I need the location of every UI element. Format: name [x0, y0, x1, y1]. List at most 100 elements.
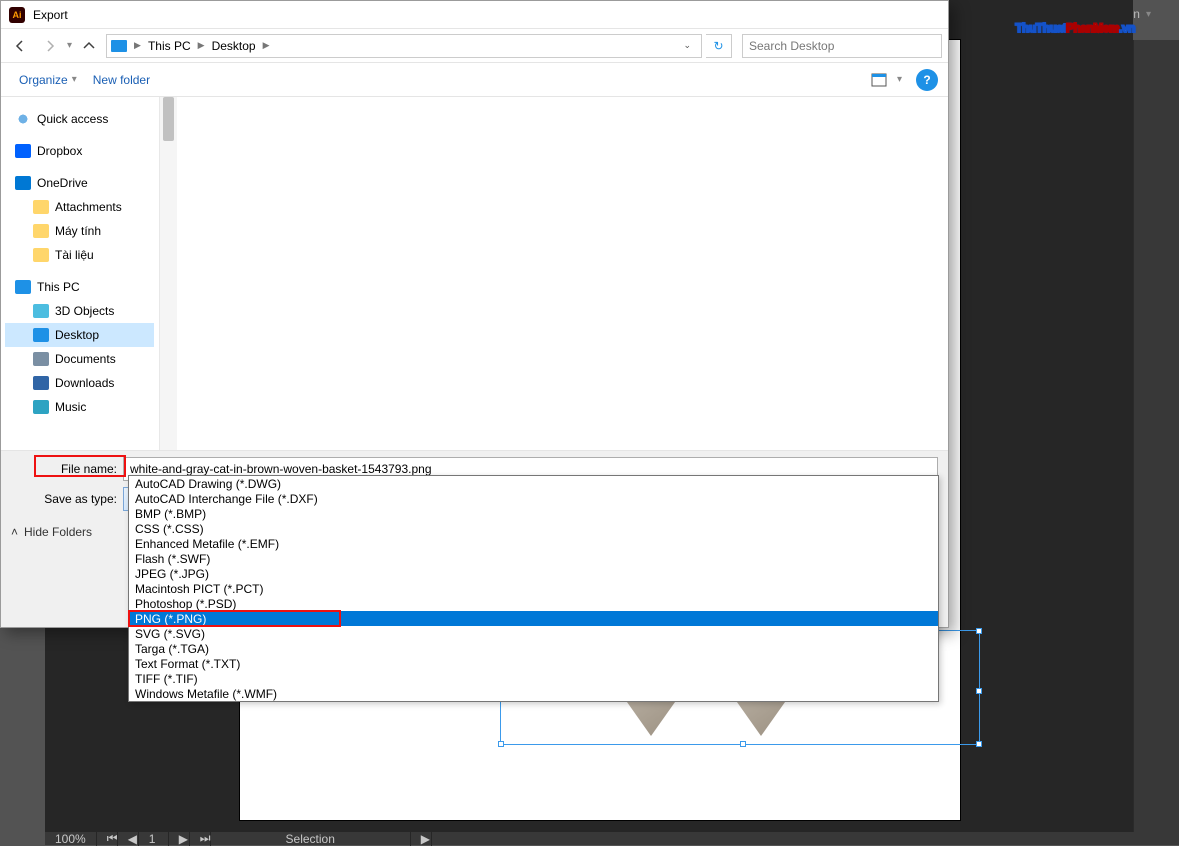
dialog-titlebar[interactable]: Ai Export	[1, 1, 948, 29]
tree-item-quick-access[interactable]: Quick access	[5, 107, 154, 131]
forward-button[interactable]	[37, 33, 63, 59]
pc-icon	[15, 280, 31, 294]
watermark-text: .vn	[1119, 21, 1135, 35]
watermark: ThuThuatPhanMem.vn	[1015, 8, 1135, 39]
new-folder-button[interactable]: New folder	[85, 69, 158, 91]
savetype-option[interactable]: AutoCAD Drawing (*.DWG)	[129, 476, 938, 491]
tree-label: OneDrive	[37, 176, 88, 190]
resize-handle[interactable]	[976, 688, 982, 694]
next-artboard-icon[interactable]: ▶	[169, 832, 190, 846]
navigation-pane[interactable]: Quick access Dropbox OneDrive Attachment…	[1, 97, 159, 450]
arrow-right-icon	[42, 38, 58, 54]
organize-label: Organize	[19, 73, 68, 87]
organize-button[interactable]: Organize ▾	[11, 69, 85, 91]
documents-icon	[33, 352, 49, 366]
tree-label: Dropbox	[37, 144, 82, 158]
arrow-up-icon	[81, 38, 97, 54]
tree-label: Attachments	[55, 200, 122, 214]
search-placeholder: Search Desktop	[749, 39, 834, 53]
savetype-option[interactable]: Text Format (*.TXT)	[129, 656, 938, 671]
chevron-down-icon[interactable]: ▾	[897, 74, 902, 85]
tree-item-3dobjects[interactable]: 3D Objects	[5, 299, 154, 323]
tree-item-music[interactable]: Music	[5, 395, 154, 419]
resize-handle[interactable]	[976, 628, 982, 634]
tree-item-maytinh[interactable]: Máy tính	[5, 219, 154, 243]
desktop-icon	[33, 328, 49, 342]
savetype-option[interactable]: Targa (*.TGA)	[129, 641, 938, 656]
tree-item-documents[interactable]: Documents	[5, 347, 154, 371]
tree-label: Quick access	[37, 112, 108, 126]
savetype-option[interactable]: Macintosh PICT (*.PCT)	[129, 581, 938, 596]
tree-item-desktop[interactable]: Desktop	[5, 323, 154, 347]
tree-item-dropbox[interactable]: Dropbox	[5, 139, 154, 163]
savetype-option[interactable]: Enhanced Metafile (*.EMF)	[129, 536, 938, 551]
chevron-right-icon[interactable]: ▶	[260, 40, 273, 51]
tree-label: Documents	[55, 352, 116, 366]
dropbox-icon	[15, 144, 31, 158]
savetype-option[interactable]: CSS (*.CSS)	[129, 521, 938, 536]
resize-handle[interactable]	[498, 741, 504, 747]
3d-objects-icon	[33, 304, 49, 318]
breadcrumb-item-desktop[interactable]: Desktop	[208, 39, 260, 53]
savetype-option[interactable]: Photoshop (*.PSD)	[129, 596, 938, 611]
nav-scrollbar[interactable]	[159, 97, 177, 450]
savetype-option[interactable]: JPEG (*.JPG)	[129, 566, 938, 581]
tree-item-tailieu[interactable]: Tài liệu	[5, 243, 154, 267]
file-list-pane[interactable]	[177, 97, 948, 450]
view-switcher[interactable]	[865, 69, 893, 91]
tree-item-onedrive[interactable]: OneDrive	[5, 171, 154, 195]
breadcrumb[interactable]: ▶ This PC ▶ Desktop ▶ ⌄	[106, 34, 702, 58]
savetype-option[interactable]: AutoCAD Interchange File (*.DXF)	[129, 491, 938, 506]
tree-label: Tài liệu	[55, 248, 94, 262]
recent-chevron-icon[interactable]: ▾	[67, 40, 72, 51]
back-button[interactable]	[7, 33, 33, 59]
refresh-icon: ↻	[713, 39, 723, 53]
chevron-down-icon: ▾	[72, 74, 77, 85]
folder-icon	[33, 200, 49, 214]
up-button[interactable]	[76, 33, 102, 59]
help-button[interactable]: ?	[916, 69, 938, 91]
breadcrumb-item-thispc[interactable]: This PC	[144, 39, 195, 53]
tree-item-attachments[interactable]: Attachments	[5, 195, 154, 219]
dialog-toolbar: Organize ▾ New folder ▾ ?	[1, 63, 948, 97]
refresh-button[interactable]: ↻	[706, 34, 732, 58]
tree-label: Downloads	[55, 376, 114, 390]
breadcrumb-dropdown-icon[interactable]: ⌄	[677, 40, 697, 51]
savetype-option[interactable]: TIFF (*.TIF)	[129, 671, 938, 686]
hide-folders-button[interactable]: ˄ Hide Folders	[11, 525, 92, 539]
savetype-option[interactable]: BMP (*.BMP)	[129, 506, 938, 521]
first-artboard-icon[interactable]: ⏮	[97, 831, 118, 846]
savetype-dropdown[interactable]: AutoCAD Drawing (*.DWG)AutoCAD Interchan…	[128, 475, 939, 702]
tree-item-thispc[interactable]: This PC	[5, 275, 154, 299]
savetype-option[interactable]: PNG (*.PNG)	[129, 611, 938, 626]
music-icon	[33, 400, 49, 414]
zoom-level[interactable]: 100%	[45, 832, 97, 846]
panel-dock[interactable]	[1133, 40, 1179, 845]
chevron-right-icon[interactable]: ▶	[195, 40, 208, 51]
savetype-option[interactable]: Flash (*.SWF)	[129, 551, 938, 566]
downloads-icon	[33, 376, 49, 390]
illustrator-app-icon: Ai	[9, 7, 25, 23]
tree-item-downloads[interactable]: Downloads	[5, 371, 154, 395]
tree-label: Máy tính	[55, 224, 101, 238]
dialog-nav: ▾ ▶ This PC ▶ Desktop ▶ ⌄ ↻ Search Deskt…	[1, 29, 948, 63]
resize-handle[interactable]	[976, 741, 982, 747]
chevron-right-icon[interactable]: ▶	[131, 40, 144, 51]
scrollbar-thumb[interactable]	[163, 97, 174, 141]
savetype-option[interactable]: Windows Metafile (*.WMF)	[129, 686, 938, 701]
arrow-left-icon	[12, 38, 28, 54]
status-mode[interactable]: Selection	[211, 832, 411, 846]
search-input[interactable]: Search Desktop	[742, 34, 942, 58]
tree-label: 3D Objects	[55, 304, 114, 318]
prev-artboard-icon[interactable]: ◀	[118, 832, 139, 846]
last-artboard-icon[interactable]: ⏭	[190, 831, 211, 846]
tree-label: Music	[55, 400, 86, 414]
artboard-number[interactable]: 1	[139, 832, 169, 846]
resize-handle[interactable]	[740, 741, 746, 747]
scroll-right-icon[interactable]: ▶	[411, 832, 432, 846]
view-icon	[871, 73, 887, 87]
help-icon: ?	[923, 73, 930, 87]
savetype-option[interactable]: SVG (*.SVG)	[129, 626, 938, 641]
hide-folders-label: Hide Folders	[24, 525, 92, 539]
folder-icon	[33, 224, 49, 238]
